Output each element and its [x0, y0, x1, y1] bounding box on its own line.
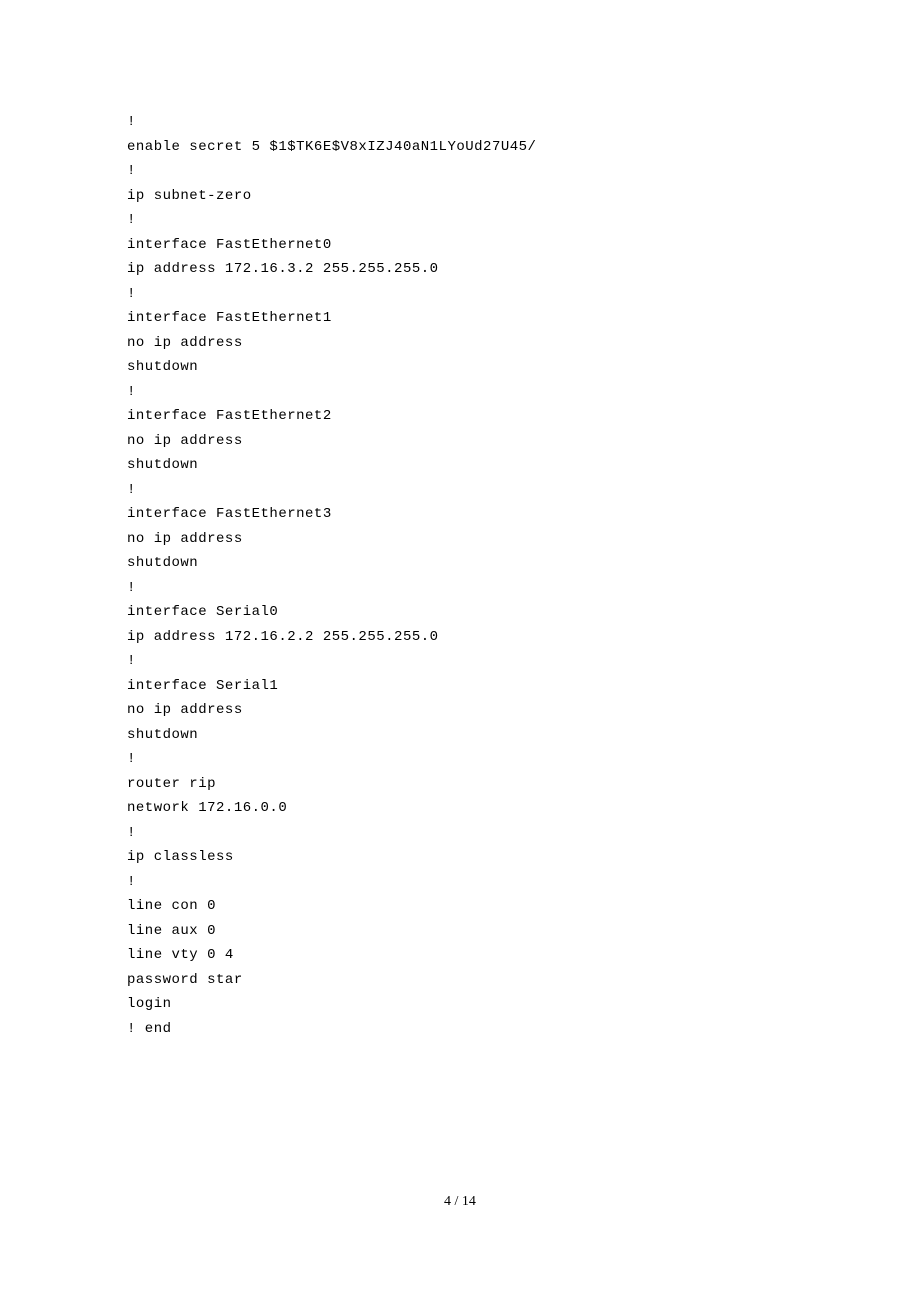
config-line: ip subnet-zero	[127, 184, 920, 209]
config-line: !	[127, 478, 920, 503]
config-line: shutdown	[127, 453, 920, 478]
config-line: interface Serial0	[127, 600, 920, 625]
config-line: !	[127, 380, 920, 405]
page-content: ! enable secret 5 $1$TK6E$V8xIZJ40aN1LYo…	[0, 0, 920, 1041]
config-line: line aux 0	[127, 919, 920, 944]
page-number: 4 / 14	[0, 1194, 920, 1210]
config-line: password star	[127, 968, 920, 993]
config-line: shutdown	[127, 723, 920, 748]
config-line: enable secret 5 $1$TK6E$V8xIZJ40aN1LYoUd…	[127, 135, 920, 160]
config-line: !	[127, 159, 920, 184]
config-line: !	[127, 208, 920, 233]
config-line: interface FastEthernet1	[127, 306, 920, 331]
config-line: interface FastEthernet0	[127, 233, 920, 258]
config-line: shutdown	[127, 551, 920, 576]
config-line: ! end	[127, 1017, 920, 1042]
config-line: ip classless	[127, 845, 920, 870]
config-line: ip address 172.16.2.2 255.255.255.0	[127, 625, 920, 650]
config-line: no ip address	[127, 527, 920, 552]
config-line: !	[127, 821, 920, 846]
config-line: !	[127, 576, 920, 601]
config-line: !	[127, 649, 920, 674]
config-line: no ip address	[127, 331, 920, 356]
config-line: no ip address	[127, 429, 920, 454]
config-line: line con 0	[127, 894, 920, 919]
config-line: !	[127, 110, 920, 135]
config-line: interface FastEthernet2	[127, 404, 920, 429]
config-line: interface Serial1	[127, 674, 920, 699]
config-line: !	[127, 870, 920, 895]
config-line: network 172.16.0.0	[127, 796, 920, 821]
config-line: !	[127, 282, 920, 307]
config-line: no ip address	[127, 698, 920, 723]
config-line: interface FastEthernet3	[127, 502, 920, 527]
config-line: !	[127, 747, 920, 772]
config-line: shutdown	[127, 355, 920, 380]
config-line: line vty 0 4	[127, 943, 920, 968]
config-line: ip address 172.16.3.2 255.255.255.0	[127, 257, 920, 282]
config-line: login	[127, 992, 920, 1017]
config-line: router rip	[127, 772, 920, 797]
